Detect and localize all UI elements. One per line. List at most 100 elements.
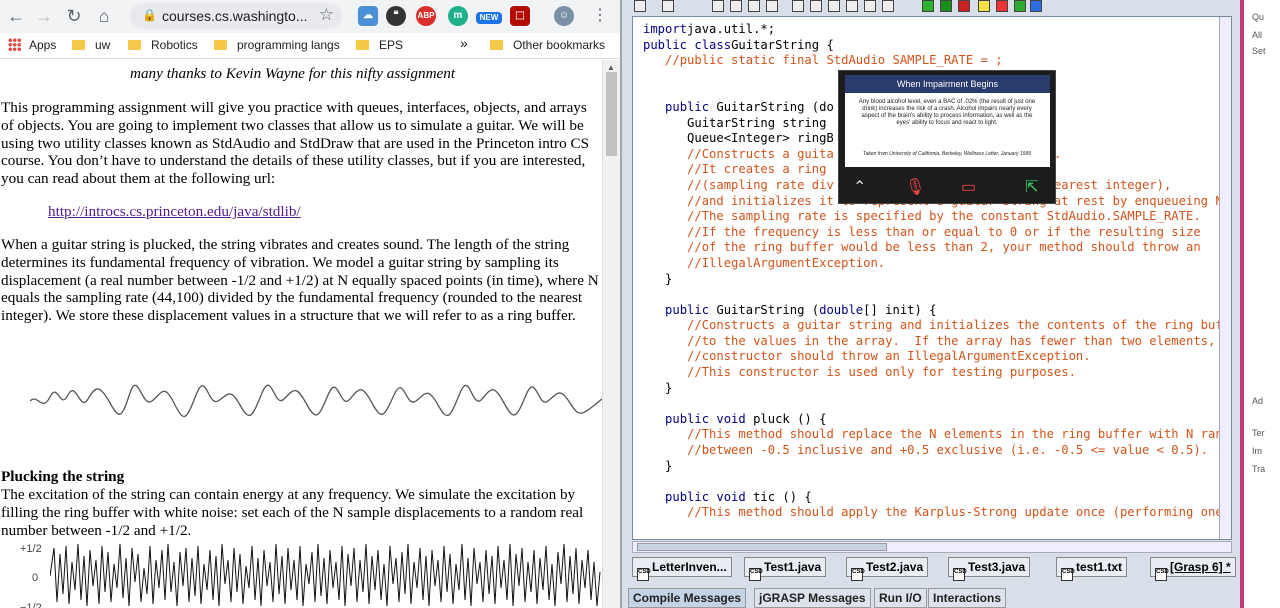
side-item[interactable]: Im [1252,446,1262,456]
uml-icon[interactable] [846,0,858,12]
code-line[interactable]: //Constructs a guitar string and initial… [643,318,1231,334]
address-bar[interactable]: 🔒 courses.cs.washingto... ☆ [130,3,342,29]
reload-icon[interactable]: ↻ [62,4,86,28]
file-tab-active[interactable]: CSD[Grasp 6] * [1150,557,1236,581]
mic-muted-icon[interactable]: 🎙 [905,177,925,197]
stop-icon[interactable] [996,0,1008,12]
stdlib-link[interactable]: http://introcs.cs.princeton.edu/java/std… [48,203,301,221]
bookmark-uw[interactable]: uw [72,38,110,52]
view-icon[interactable] [882,0,894,12]
code-line[interactable]: public GuitarString (double[] init) { [643,303,1231,319]
file-tab[interactable]: CSDtest1.txt [1056,557,1128,581]
file-icon: CSD [1155,568,1169,581]
print-icon[interactable] [662,0,674,12]
bookmark-robotics[interactable]: Robotics [128,38,198,52]
file-tab[interactable]: CSDTest1.java [744,557,827,581]
undo-icon[interactable] [766,0,778,12]
code-line[interactable]: //IllegalArgumentException. [643,256,1231,272]
code-line[interactable]: //This constructor is used only for test… [643,365,1231,381]
remove-csd-icon[interactable] [810,0,822,12]
code-line[interactable]: //public static final StdAudio SAMPLE_RA… [643,53,1231,69]
folder-icon [356,40,369,50]
code-line[interactable]: } [643,271,1231,288]
back-icon[interactable]: ← [4,4,28,28]
code-line[interactable]: //to the values in the array. If the arr… [643,334,1231,350]
code-line[interactable]: //This method should replace the N eleme… [643,427,1232,443]
code-line[interactable]: //between -0.5 inclusive and +0.5 exclus… [643,443,1231,459]
tab-jgrasp-messages[interactable]: jGRASP Messages [754,588,871,608]
code-line[interactable]: //of the ring buffer would be less than … [643,240,1231,256]
tab-run-io[interactable]: Run I/O [874,588,927,608]
paste-icon[interactable] [748,0,760,12]
profile-avatar[interactable]: ☺ [554,6,574,26]
code-line[interactable] [643,287,1231,303]
bookmark-eps[interactable]: EPS [356,38,403,52]
camera-off-icon[interactable]: ▭ [961,177,976,197]
forward-icon[interactable]: → [32,4,56,28]
code-comment: //This method should replace the N eleme… [687,427,1232,442]
editor-vertical-scrollbar[interactable] [1219,17,1231,539]
extension-m-icon[interactable]: m [448,6,468,26]
side-item[interactable]: Qu [1252,12,1264,22]
tab-interactions[interactable]: Interactions [928,588,1007,608]
side-item[interactable]: Set [1252,46,1266,56]
video-popup[interactable]: When Impairment Begins Any blood alcohol… [838,70,1056,204]
debug-icon[interactable] [958,0,970,12]
page-scrollbar[interactable]: ▲ [602,60,620,608]
scrollbar-thumb[interactable] [606,72,617,156]
side-item[interactable]: Tra [1252,464,1265,474]
save-icon[interactable] [634,0,646,12]
code-line[interactable]: public void tic () { [643,490,1231,506]
code-line[interactable]: } [643,459,1231,475]
file-tab[interactable]: CSDLetterInven... [632,557,732,581]
browse-icon[interactable] [864,0,876,12]
address-url[interactable]: courses.cs.washingto... [162,8,308,24]
code-line[interactable]: //The sampling rate is specified by the … [643,209,1231,225]
bookmark-other[interactable]: Other bookmarks [490,38,605,52]
share-screen-icon[interactable]: ⇱ [1025,177,1038,197]
scroll-up-icon[interactable]: ▲ [607,63,615,72]
code-text: } [643,271,673,286]
pdf-extension-icon[interactable]: ⬚ [510,6,530,26]
file-tab[interactable]: CSDTest3.java [948,557,1031,581]
bookmarks-overflow-button[interactable]: » [460,35,468,51]
code-line[interactable]: } [643,381,1231,397]
code-line[interactable]: public void pluck () { [643,412,1231,428]
code-line[interactable]: //If the frequency is less than or equal… [643,224,1231,241]
menu-kebab-icon[interactable]: ⋮ [588,4,612,28]
generate-csd-icon[interactable] [792,0,804,12]
bookmark-programming-langs[interactable]: programming langs [214,38,340,52]
run-icon[interactable] [940,0,952,12]
bookmark-apps[interactable]: Apps [8,38,56,52]
code-line[interactable]: public classGuitarString { [643,38,1231,54]
extension-quote-icon[interactable]: ❝ [386,6,406,26]
home-icon[interactable]: ⌂ [92,4,116,28]
code-line[interactable]: //constructor should throw an IllegalArg… [643,349,1231,365]
chevron-up-icon[interactable]: ⌃ [853,177,866,197]
code-comment: //If the frequency is less than or equal… [687,224,1201,239]
side-item[interactable]: All [1252,30,1262,40]
applet-icon[interactable] [978,0,990,12]
file-tab[interactable]: CSDTest2.java [846,557,929,581]
code-line[interactable]: //This method should apply the Karplus-S… [643,505,1231,521]
side-item[interactable]: Ad [1252,396,1263,406]
interactions-icon[interactable] [1014,0,1026,12]
tab-compile-messages[interactable]: Compile Messages [628,588,747,608]
code-line[interactable]: importjava.util.*; [643,22,1231,38]
editor-horizontal-scrollbar[interactable] [632,541,1232,553]
side-item[interactable]: Ter [1252,428,1265,438]
code-line[interactable] [643,396,1231,412]
code-line[interactable] [643,474,1231,490]
hscroll-thumb[interactable] [637,543,887,551]
extension-icon[interactable]: ☁ [358,6,378,26]
new-badge-icon[interactable]: NEW [476,12,502,24]
cut-icon[interactable] [712,0,724,12]
compile-icon[interactable] [922,0,934,12]
canvas-icon[interactable] [1030,0,1042,12]
copy-icon[interactable] [730,0,742,12]
bookmark-star-icon[interactable]: ☆ [319,5,334,25]
code-editor[interactable]: importjava.util.*; public classGuitarStri… [632,16,1232,540]
number-lines-icon[interactable] [828,0,840,12]
adblock-icon[interactable]: ABP [416,6,436,26]
